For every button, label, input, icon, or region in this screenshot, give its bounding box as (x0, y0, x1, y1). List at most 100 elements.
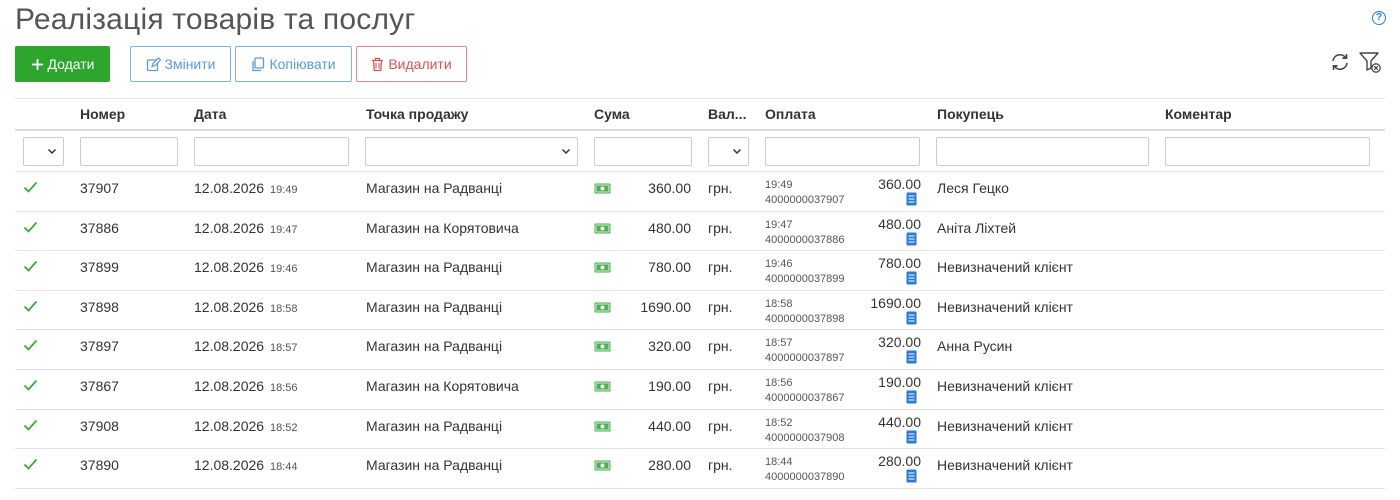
table-row[interactable]: 37890 12.08.2026 18:44 Магазин на Радван… (15, 449, 1385, 489)
status-filter-select[interactable] (23, 137, 64, 166)
table-row[interactable]: 37886 12.08.2026 19:47 Магазин на Корято… (15, 212, 1385, 252)
cash-icon (594, 341, 611, 352)
cell-payment-id: 4000000037867 (765, 391, 845, 404)
clear-filter-icon[interactable] (1358, 50, 1382, 74)
delete-button-label: Видалити (388, 56, 452, 72)
cell-payment-id: 4000000037886 (765, 233, 845, 246)
cell-point: Магазин на Радванці (366, 180, 503, 196)
cell-date: 12.08.2026 18:57 (194, 338, 298, 354)
table-row[interactable]: 37899 12.08.2026 19:46 Магазин на Радван… (15, 251, 1385, 291)
cell-buyer: Аніта Ліхтей (937, 219, 1017, 236)
cell-payment-time: 18:57 (765, 337, 793, 350)
table-row[interactable]: 37907 12.08.2026 19:49 Магазин на Радван… (15, 172, 1385, 212)
currency-filter-select[interactable] (708, 137, 749, 166)
payment-filter-input[interactable] (765, 137, 920, 166)
receipt-icon[interactable] (906, 350, 917, 364)
cell-payment-time: 19:47 (765, 218, 793, 231)
column-header-payment[interactable]: Оплата (765, 99, 816, 130)
cell-payment-id: 4000000037907 (765, 194, 845, 206)
cell-payment-amount: 440.00 (878, 413, 921, 430)
table-row[interactable]: 37908 12.08.2026 18:52 Магазин на Радван… (15, 410, 1385, 450)
cell-payment-time: 18:44 (765, 456, 793, 469)
cell-buyer: Невизначений клієнт (937, 377, 1073, 394)
cell-payment-amount: 480.00 (878, 215, 921, 232)
column-header-buyer[interactable]: Покупець (937, 99, 1004, 130)
table-row[interactable]: 37898 12.08.2026 18:58 Магазин на Радван… (15, 291, 1385, 331)
delete-button[interactable]: Видалити (356, 46, 467, 82)
receipt-icon[interactable] (906, 469, 917, 483)
cell-time: 19:47 (269, 223, 298, 236)
cell-point: Магазин на Радванці (366, 259, 503, 276)
column-header-date[interactable]: Дата (194, 99, 226, 130)
comment-filter-input[interactable] (1165, 137, 1370, 166)
buyer-filter-input[interactable] (936, 137, 1149, 166)
posted-check-icon (23, 261, 38, 272)
table-header: Номер Дата Точка продажу Сума Вал... Опл… (15, 98, 1385, 131)
receipt-icon[interactable] (906, 311, 917, 325)
cell-payment-time: 19:46 (765, 258, 793, 271)
cell-point: Магазин на Корятовича (366, 219, 519, 236)
cell-date: 12.08.2026 19:49 (194, 180, 298, 196)
cash-icon (594, 223, 611, 234)
cell-buyer: Невизначений клієнт (937, 259, 1073, 276)
chevron-down-icon (561, 148, 571, 155)
cell-sum: 360.00 (648, 180, 691, 196)
edit-button-label: Змінити (164, 56, 216, 72)
date-filter-input[interactable] (194, 137, 349, 166)
cell-number: 37898 (80, 298, 119, 315)
cell-currency: грн. (708, 417, 733, 434)
point-filter-select[interactable] (365, 137, 578, 166)
number-filter-input[interactable] (80, 137, 178, 166)
column-header-currency[interactable]: Вал... (708, 99, 746, 130)
copy-button[interactable]: Копіювати (235, 46, 352, 82)
cell-currency: грн. (708, 377, 733, 394)
copy-icon (252, 56, 265, 71)
cash-icon (594, 302, 611, 313)
cell-time: 19:49 (269, 184, 298, 196)
posted-check-icon (23, 379, 38, 391)
table-row[interactable]: 37867 12.08.2026 18:56 Магазин на Корято… (15, 370, 1385, 410)
posted-check-icon (23, 459, 38, 470)
cell-currency: грн. (708, 219, 733, 236)
column-header-comment[interactable]: Коментар (1165, 99, 1232, 130)
cell-number: 37908 (80, 417, 119, 434)
sum-filter-input[interactable] (594, 137, 692, 166)
cell-payment-amount: 190.00 (878, 373, 921, 390)
column-header-point[interactable]: Точка продажу (366, 99, 468, 130)
column-header-sum[interactable]: Сума (594, 99, 630, 130)
cash-icon (594, 262, 611, 273)
cell-payment-id: 4000000037899 (765, 273, 845, 286)
receipt-icon[interactable] (906, 192, 917, 206)
add-button[interactable]: Додати (15, 46, 110, 82)
receipt-icon[interactable] (906, 271, 917, 285)
refresh-icon[interactable] (1329, 51, 1351, 73)
cell-payment-id: 4000000037890 (765, 471, 845, 484)
cell-point: Магазин на Радванці (366, 457, 503, 474)
cell-point: Магазин на Радванці (366, 338, 503, 355)
table-row[interactable]: 37897 12.08.2026 18:57 Магазин на Радван… (15, 330, 1385, 370)
receipt-icon[interactable] (906, 430, 917, 444)
column-header-number[interactable]: Номер (80, 99, 125, 130)
cash-icon (594, 381, 611, 392)
posted-check-icon (23, 340, 38, 352)
cell-date-value: 12.08.2026 (194, 219, 265, 236)
page: Реалізація товарів та послуг ? Додати Зм… (0, 0, 1400, 500)
cell-payment-id: 4000000037898 (765, 312, 845, 325)
toolbar: Додати Змінити Копіювати Видалити (15, 46, 467, 82)
cell-point: Магазин на Радванці (366, 417, 503, 434)
chevron-down-icon (732, 148, 742, 155)
receipt-icon[interactable] (906, 232, 917, 246)
cell-date: 12.08.2026 18:44 (194, 457, 298, 473)
page-title: Реалізація товарів та послуг (15, 3, 416, 36)
receipt-icon[interactable] (906, 390, 917, 404)
cell-buyer: Невизначений клієнт (937, 417, 1073, 434)
posted-check-icon (23, 181, 38, 193)
edit-button[interactable]: Змінити (130, 46, 231, 82)
help-icon[interactable]: ? (1372, 11, 1386, 25)
trash-icon (372, 57, 384, 71)
cell-sum: 440.00 (648, 417, 691, 434)
cell-payment-id: 4000000037908 (765, 431, 845, 444)
cash-icon (594, 421, 611, 432)
cell-date: 12.08.2026 18:58 (194, 299, 298, 315)
cell-number: 37890 (80, 457, 119, 474)
